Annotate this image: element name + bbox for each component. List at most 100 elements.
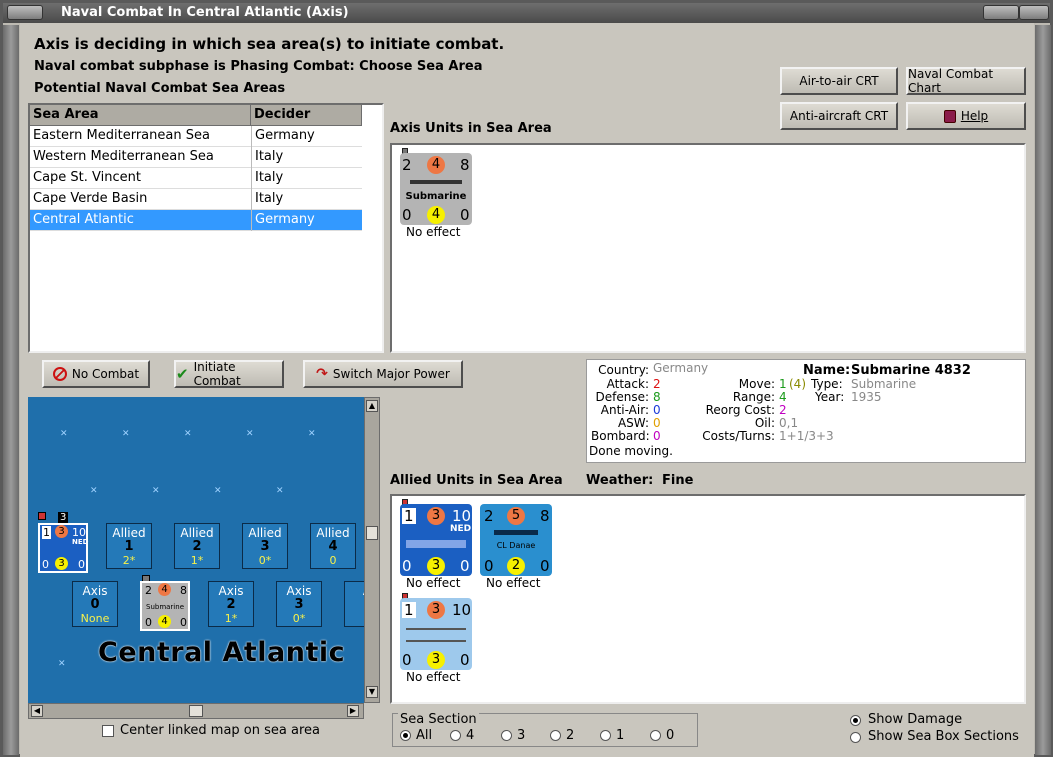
counter-bombard: 0 — [460, 557, 470, 575]
minimize-knob[interactable] — [983, 5, 1019, 20]
help-button[interactable]: Help — [906, 102, 1026, 130]
counter-aa: 0 — [402, 557, 412, 575]
counter-aa: 0 — [402, 651, 412, 669]
info-year-key: Year: — [815, 390, 845, 404]
info-type-value: Submarine — [851, 377, 917, 391]
section-radio-2[interactable] — [550, 730, 561, 741]
cell-decider: Germany — [251, 210, 362, 231]
center-map-checkbox[interactable] — [102, 725, 114, 737]
cell-area: Eastern Mediterranean Sea — [33, 128, 210, 143]
counter-attack-circle: 3 — [427, 507, 445, 525]
box-label: Axis — [286, 584, 312, 598]
counter-attack-circle: 5 — [507, 507, 525, 525]
box-label: Allied — [180, 526, 214, 540]
section-radio-4[interactable] — [450, 730, 461, 741]
anti-aircraft-crt-button[interactable]: Anti-aircraft CRT — [780, 102, 898, 130]
mini-asw-circle: 3 — [55, 557, 68, 570]
counter-defense: 8 — [540, 507, 550, 525]
section-radio-1[interactable] — [600, 730, 611, 741]
table-row[interactable]: Cape St. Vincent Italy — [30, 168, 362, 189]
table-row[interactable]: Western Mediterranean Sea Italy — [30, 147, 362, 168]
scroll-thumb[interactable] — [189, 705, 203, 717]
allied-box-2[interactable]: Allied 2 1* — [174, 523, 220, 569]
mini-tag: NED — [72, 538, 89, 546]
box-count: 0* — [292, 612, 306, 625]
counter-asw-circle: 4 — [427, 206, 445, 224]
col-header-sea-area[interactable]: Sea Area — [30, 105, 251, 126]
allied-cl-danae-counter[interactable]: 2 5 8 CL Danae 0 2 0 — [480, 504, 552, 576]
map-horizontal-scrollbar[interactable]: ◀ ▶ — [28, 703, 364, 719]
initiate-combat-button[interactable]: ✔ Initiate Combat — [174, 360, 284, 388]
section-radio-0[interactable] — [650, 730, 661, 741]
box-number: 2 — [226, 597, 236, 612]
sea-area-map[interactable]: ✕ ✕ ✕ ✕ ✕ ✕ ✕ ✕ ✕ ✕ 3 1 3 1 0 NED 0 3 0 A… — [28, 397, 364, 703]
axis-box-0[interactable]: Axis 0 None — [72, 581, 118, 627]
grid-dot: ✕ — [308, 429, 316, 439]
scroll-up-icon[interactable]: ▲ — [366, 400, 378, 412]
section-radio-all[interactable] — [400, 730, 411, 741]
grid-dot: ✕ — [60, 429, 68, 439]
grid-dot: ✕ — [122, 429, 130, 439]
grid-dot: ✕ — [152, 486, 160, 496]
axis-box-3[interactable]: Axis 3 0* — [276, 581, 322, 627]
left-frame — [3, 25, 19, 755]
map-vertical-scrollbar[interactable]: ▲ ▼ — [364, 397, 380, 703]
allied-units-panel: 1 3 10 NED 0 3 0 No effect 2 5 8 CL Dana… — [390, 494, 1026, 704]
subphase-line: Naval combat subphase is Phasing Combat:… — [34, 59, 483, 74]
info-range-key: Range: — [732, 390, 775, 404]
air-to-air-crt-button[interactable]: Air-to-air CRT — [780, 67, 898, 95]
map-submarine-counter[interactable]: 2 4 8 Submarine 0 4 0 — [140, 581, 190, 631]
box-label: Allied — [248, 526, 282, 540]
naval-combat-chart-button[interactable]: Naval Combat Chart — [906, 67, 1026, 95]
col-header-decider[interactable]: Decider — [251, 105, 362, 126]
counter-defense: 8 — [460, 156, 470, 174]
info-year-value: 1935 — [851, 390, 882, 404]
grid-dot: ✕ — [276, 486, 284, 496]
box-count: 1* — [224, 612, 238, 625]
close-knob[interactable] — [1019, 5, 1049, 20]
allied-box-1[interactable]: Allied 1 2* — [106, 523, 152, 569]
scroll-left-icon[interactable]: ◀ — [31, 705, 43, 717]
allied-ned-counter[interactable]: 1 3 10 NED 0 3 0 — [400, 504, 472, 576]
weather-value: Fine — [662, 473, 694, 488]
cell-decider: Italy — [251, 168, 362, 189]
allied-box-3[interactable]: Allied 3 0* — [242, 523, 288, 569]
box-label: Allied — [316, 526, 350, 540]
axis-box-4[interactable]: A — [344, 581, 364, 627]
switch-arrow-icon: ↷ — [316, 366, 328, 382]
info-done-moving: Done moving. — [589, 444, 673, 458]
axis-box-2[interactable]: Axis 2 1* — [208, 581, 254, 627]
section-radio-3[interactable] — [501, 730, 512, 741]
axis-submarine-counter[interactable]: 2 4 8 Submarine 0 4 0 — [400, 153, 472, 225]
map-ned-counter[interactable]: 1 3 10 NED 0 3 0 — [38, 523, 88, 573]
show-sections-label: Show Sea Box Sections — [868, 729, 1019, 744]
table-row[interactable]: Eastern Mediterranean Sea Germany — [30, 126, 362, 147]
scroll-down-icon[interactable]: ▼ — [366, 686, 378, 698]
box-label: A — [345, 584, 364, 598]
scroll-right-icon[interactable]: ▶ — [347, 705, 359, 717]
scroll-thumb[interactable] — [366, 526, 378, 540]
title-bar[interactable]: Naval Combat In Central Atlantic (Axis) — [3, 3, 1050, 23]
box-number: 1 — [124, 539, 134, 554]
show-sections-radio[interactable] — [850, 732, 861, 743]
allied-box-4[interactable]: Allied 4 0 — [310, 523, 356, 569]
info-country-value: Germany — [653, 361, 709, 375]
switch-major-power-button[interactable]: ↷ Switch Major Power — [303, 360, 463, 388]
show-damage-label: Show Damage — [868, 712, 963, 727]
counter-aa: 0 — [484, 557, 494, 575]
grid-dot: ✕ — [184, 429, 192, 439]
mini-name: Submarine — [146, 603, 184, 611]
box-count: None — [80, 612, 110, 625]
counter-asw-circle: 2 — [507, 557, 525, 575]
show-damage-radio[interactable] — [850, 715, 861, 726]
no-combat-button[interactable]: No Combat — [42, 360, 150, 388]
info-costs-key: Costs/Turns: — [702, 429, 775, 443]
window-frame: Naval Combat In Central Atlantic (Axis) … — [0, 0, 1053, 757]
cell-area: Cape Verde Basin — [33, 191, 148, 206]
menu-knob[interactable] — [7, 5, 43, 20]
center-map-label: Center linked map on sea area — [120, 723, 320, 738]
table-row[interactable]: Cape Verde Basin Italy — [30, 189, 362, 210]
table-row-selected[interactable]: Central Atlantic Germany — [30, 210, 362, 231]
section-label-4: 4 — [466, 728, 475, 743]
allied-ship-counter[interactable]: 1 3 10 0 3 0 — [400, 598, 472, 670]
